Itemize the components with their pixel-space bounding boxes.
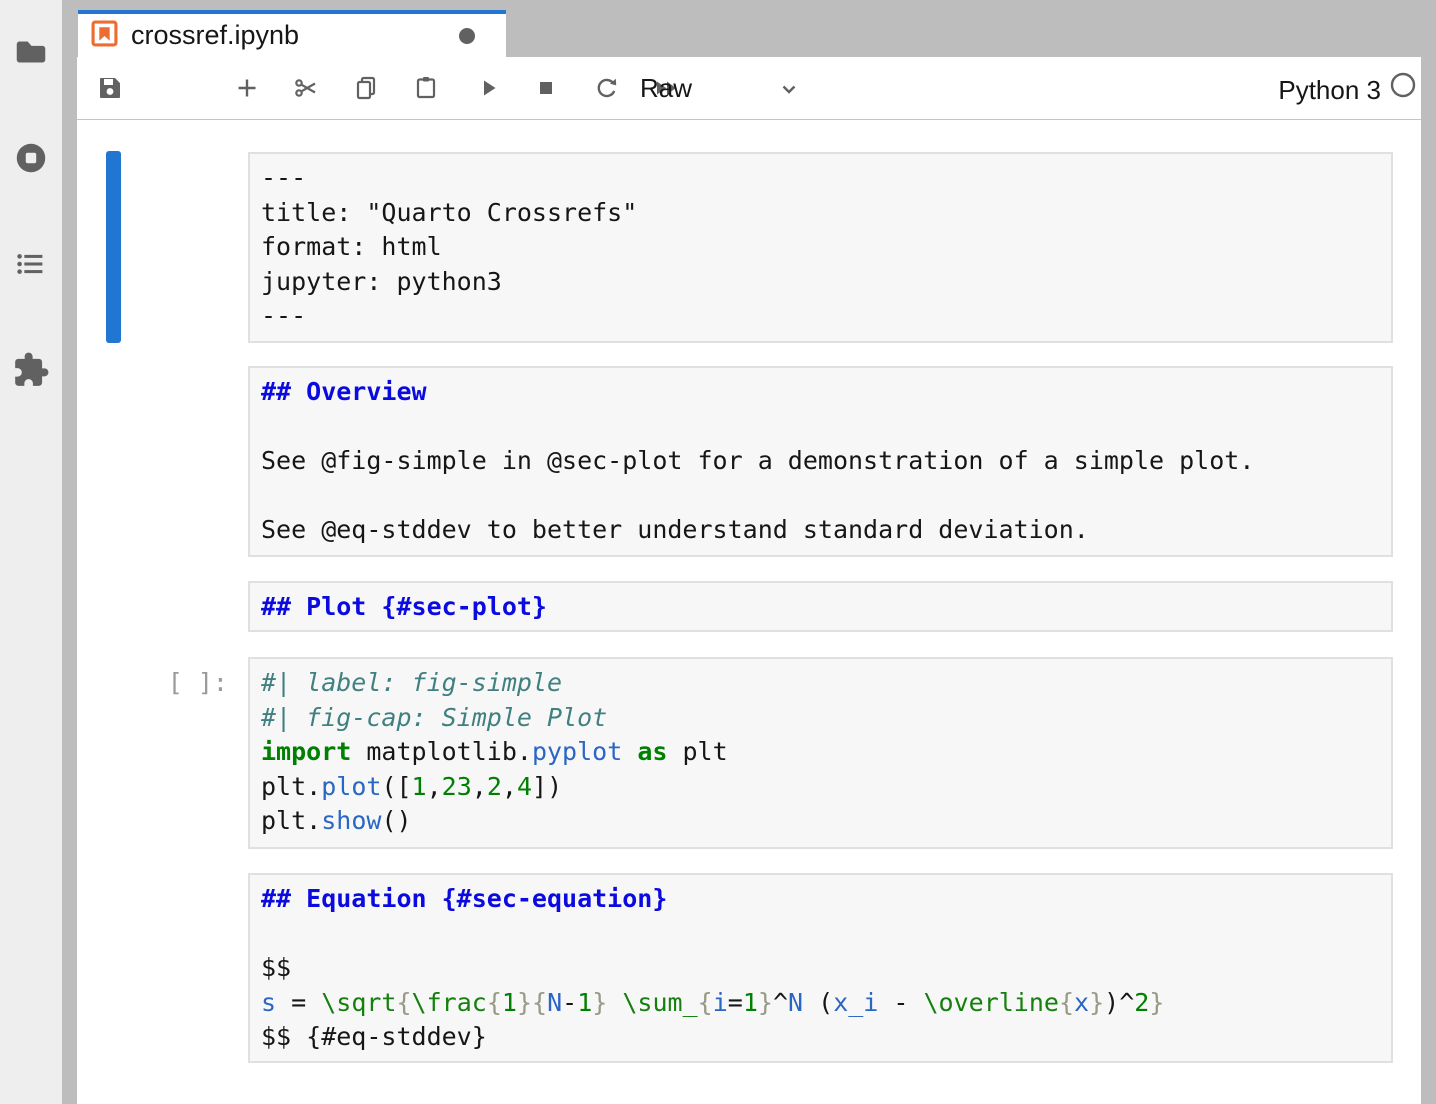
- sidebar-item-extension-manager[interactable]: [12, 351, 50, 389]
- jupyterlab-window: crossref.ipynb Raw: [0, 0, 1436, 1104]
- sidebar-item-table-of-contents[interactable]: [12, 245, 50, 283]
- copy-cells-button[interactable]: [352, 74, 380, 102]
- cell-raw-frontmatter[interactable]: ---title: "Quarto Crossrefs"format: html…: [248, 152, 1393, 343]
- insert-cell-button[interactable]: [233, 74, 261, 102]
- cut-cells-button[interactable]: [292, 74, 320, 102]
- run-cell-button[interactable]: [474, 74, 502, 102]
- scissors-icon: [292, 74, 320, 102]
- kernel-name[interactable]: Python 3: [1271, 75, 1381, 106]
- kernel-status-indicator[interactable]: [1389, 71, 1417, 99]
- puzzle-icon: [12, 351, 50, 389]
- sidebar-item-file-browser[interactable]: [12, 33, 50, 71]
- clipboard-icon: [412, 74, 440, 102]
- sidebar-splitter[interactable]: [62, 0, 77, 1104]
- paste-cells-button[interactable]: [412, 74, 440, 102]
- restart-icon: [593, 74, 621, 102]
- restart-kernel-button[interactable]: [593, 74, 621, 102]
- code-cell-prompt: [ ]:: [108, 666, 228, 701]
- copy-icon: [352, 74, 380, 102]
- interrupt-kernel-button[interactable]: [532, 74, 560, 102]
- unsaved-changes-indicator: [459, 28, 475, 44]
- save-button[interactable]: [96, 74, 124, 102]
- left-activity-bar: [0, 0, 62, 1104]
- folder-icon: [12, 33, 50, 71]
- cell-type-value: Raw: [640, 73, 692, 104]
- cell-markdown-plot-heading[interactable]: ## Plot {#sec-plot}: [248, 581, 1393, 632]
- stop-circle-icon: [12, 139, 50, 177]
- cell-markdown-equation[interactable]: ## Equation {#sec-equation} $$s = \sqrt{…: [248, 873, 1393, 1063]
- cell-markdown-overview[interactable]: ## Overview See @fig-simple in @sec-plot…: [248, 366, 1393, 557]
- list-icon: [12, 245, 50, 283]
- notebook-toolbar: Raw Python 3: [77, 57, 1421, 120]
- notebook-icon: [91, 20, 118, 52]
- active-cell-collapser[interactable]: [106, 151, 121, 343]
- stop-icon: [532, 74, 560, 102]
- sidebar-item-running-sessions[interactable]: [12, 139, 50, 177]
- plus-icon: [233, 74, 261, 102]
- tab-title: crossref.ipynb: [131, 20, 299, 51]
- kernel-idle-circle-icon: [1389, 71, 1417, 99]
- cell-type-dropdown[interactable]: Raw: [640, 71, 692, 105]
- tab-crossref-ipynb[interactable]: crossref.ipynb: [78, 10, 506, 57]
- window-right-edge: [1421, 0, 1436, 1104]
- save-icon: [96, 74, 124, 102]
- cell-code-plot[interactable]: #| label: fig-simple#| fig-cap: Simple P…: [248, 657, 1393, 849]
- play-icon: [474, 74, 502, 102]
- chevron-down-icon: [775, 75, 803, 103]
